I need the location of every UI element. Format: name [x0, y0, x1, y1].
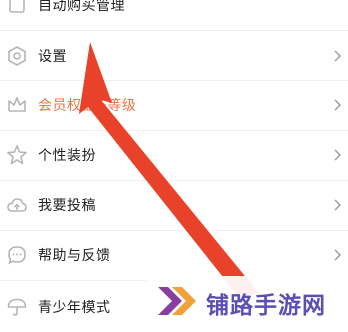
- menu-item-label: 会员权益&等级: [38, 98, 137, 114]
- cart-icon: [6, 0, 28, 16]
- menu-item-label: 青少年模式: [38, 300, 111, 316]
- menu-item-label: 我要投稿: [38, 198, 96, 214]
- umbrella-icon: [6, 296, 28, 318]
- cloud-upload-icon: [6, 194, 28, 216]
- menu-item-label: 个性装扮: [38, 148, 96, 164]
- watermark: 铺路手游网: [146, 276, 348, 326]
- chevron-right-icon: [332, 98, 344, 112]
- menu-item-settings[interactable]: 设置: [0, 31, 348, 81]
- menu-item-label: 帮助与反馈: [38, 248, 111, 264]
- star-icon: [6, 144, 28, 166]
- chevron-right-icon: [332, 49, 344, 63]
- chat-bubble-icon: [6, 244, 28, 266]
- watermark-text: 铺路手游网: [206, 293, 326, 319]
- menu-item-auto-purchase[interactable]: 自动购买管理: [0, 0, 348, 30]
- chevron-right-icon: [332, 148, 344, 162]
- chevron-right-icon: [332, 248, 344, 262]
- menu-item-label: 自动购买管理: [38, 0, 125, 14]
- crown-icon: [6, 94, 28, 116]
- menu-item-submit-contribution[interactable]: 我要投稿: [0, 180, 348, 230]
- menu-item-vip-benefits[interactable]: 会员权益&等级: [0, 80, 348, 130]
- chevron-right-icon: [332, 198, 344, 212]
- menu-item-personal-dressup[interactable]: 个性装扮: [0, 130, 348, 180]
- settings-icon: [6, 45, 28, 67]
- double-chevron-logo: [158, 287, 196, 315]
- menu-item-label: 设置: [38, 49, 67, 65]
- menu-item-help-feedback[interactable]: 帮助与反馈: [0, 230, 348, 280]
